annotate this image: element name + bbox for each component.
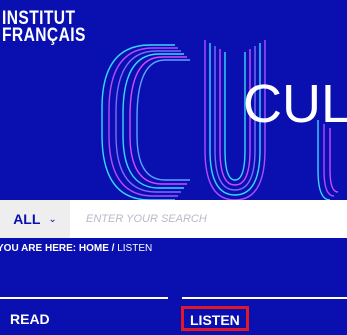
tab-read[interactable]: READ <box>10 311 50 327</box>
chevron-down-icon: ⌄ <box>48 213 57 225</box>
institut-francais-logo[interactable]: INSTITUT FRANÇAIS <box>2 9 86 46</box>
breadcrumb-prefix: YOU ARE HERE: <box>0 243 77 254</box>
breadcrumb-home-link[interactable]: HOME <box>79 243 109 254</box>
logo-line-2: FRANÇAIS <box>2 25 86 46</box>
breadcrumb-current: LISTEN <box>117 243 153 254</box>
breadcrumb-separator: / <box>111 243 115 254</box>
search-bar: ALL ⌄ <box>0 200 347 239</box>
search-filter-dropdown[interactable]: ALL ⌄ <box>0 200 70 238</box>
tab-read-underline <box>0 297 168 299</box>
breadcrumb: YOU ARE HERE: HOME / LISTEN <box>0 243 152 254</box>
tab-listen-underline <box>182 297 347 299</box>
filter-label: ALL <box>13 211 41 227</box>
content-header: YOU ARE HERE: HOME / LISTEN READ LISTEN <box>0 238 347 335</box>
search-input[interactable] <box>78 200 338 238</box>
hero-word: CUL <box>243 74 347 134</box>
tab-listen[interactable]: LISTEN <box>181 306 249 331</box>
hero-banner: CUL INSTITUT FRANÇAIS <box>0 0 347 200</box>
